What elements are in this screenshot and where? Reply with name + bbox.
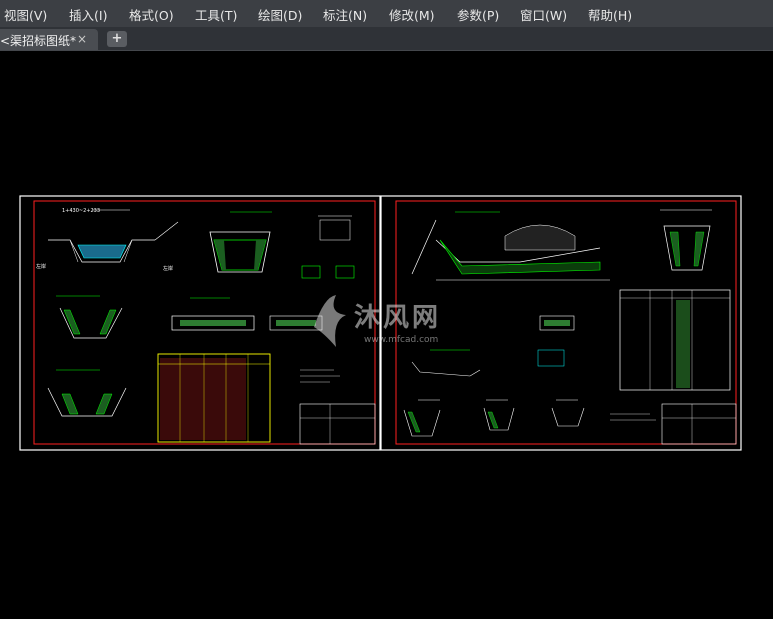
menu-tools[interactable]: 工具(T) [195,5,237,24]
label-left-bank-1: 左岸 [36,263,46,270]
menu-view[interactable]: 视图(V) [4,5,47,24]
close-icon[interactable]: × [77,32,87,46]
menu-draw[interactable]: 绘图(D) [258,5,302,24]
sheet-1-title: 1+430~2+233 [62,208,100,214]
sheet-2 [380,195,742,451]
menu-help[interactable]: 帮助(H) [588,5,632,24]
menu-modify[interactable]: 修改(M) [389,5,435,24]
document-tab-label: <渠招标图纸* [0,34,77,48]
sheet-1: 1+430~2+233 左岸 左岸 [19,195,381,451]
menu-insert[interactable]: 插入(I) [69,5,107,24]
document-tab[interactable]: <渠招标图纸* × [0,29,98,50]
label-left-bank-2: 左岸 [163,265,173,272]
document-tab-bar: <渠招标图纸* × + [0,27,773,51]
new-tab-button[interactable]: + [107,31,127,47]
drawing-canvas[interactable]: 1+430~2+233 左岸 左岸 沐风网 www.mfcad.com [0,51,773,619]
cad-drawing: 1+430~2+233 左岸 左岸 [19,195,742,451]
menu-window[interactable]: 窗口(W) [520,5,567,24]
menu-format[interactable]: 格式(O) [129,5,174,24]
menu-parameter[interactable]: 参数(P) [457,5,499,24]
menu-bar: 视图(V) 插入(I) 格式(O) 工具(T) 绘图(D) 标注(N) 修改(M… [0,0,773,28]
menu-dimension[interactable]: 标注(N) [323,5,367,24]
